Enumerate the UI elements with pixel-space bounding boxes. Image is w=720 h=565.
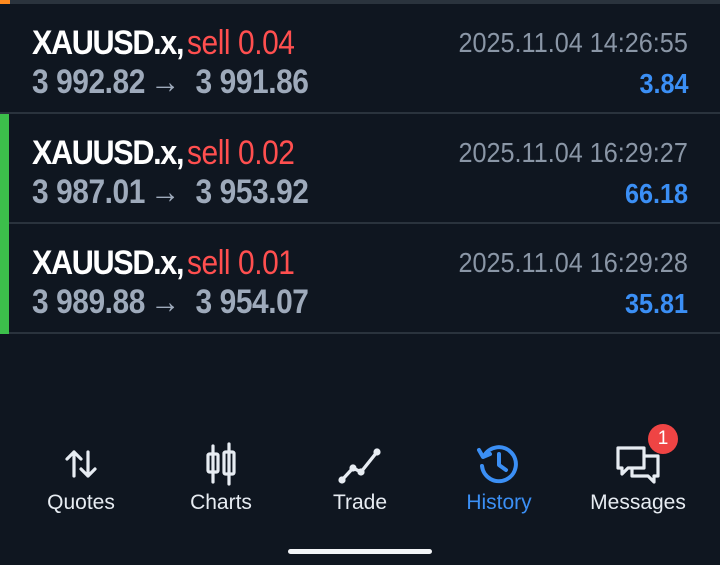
trade-time: 2025.11.04 16:29:28: [458, 247, 688, 278]
nav-history-label: History: [466, 491, 532, 514]
trade-prices: 3 992.82 → 3 991.86: [32, 63, 309, 101]
trade-side-volume: sell 0.01: [187, 244, 295, 282]
nav-charts[interactable]: Charts: [151, 430, 291, 530]
nav-history[interactable]: History: [429, 430, 569, 530]
bottom-navigation: Quotes Charts Trade History 1 Messages: [0, 424, 720, 530]
quotes-arrows-icon: [65, 450, 97, 478]
trade-symbol: XAUUSD.x,: [32, 244, 184, 282]
trade-row[interactable]: XAUUSD.x, sell 0.02 3 987.01 → 3 953.92 20…: [0, 114, 720, 224]
candlesticks-icon: [206, 442, 236, 486]
trade-profit: 3.84: [638, 68, 688, 99]
price-arrow-icon: →: [150, 63, 180, 101]
nav-trade-label: Trade: [332, 491, 388, 514]
trade-row[interactable]: XAUUSD.x, sell 0.04 3 992.82 → 3 991.86 20…: [0, 4, 720, 114]
price-arrow-icon: →: [150, 283, 180, 321]
nav-messages-label: Messages: [590, 491, 686, 514]
trade-prices: 3 989.88 → 3 954.07: [32, 283, 309, 321]
trade-profit: 35.81: [624, 288, 688, 319]
history-clock-icon: [477, 445, 518, 484]
trade-row[interactable]: XAUUSD.x, sell 0.01 3 989.88 → 3 954.07 20…: [0, 224, 720, 334]
trade-time: 2025.11.04 14:26:55: [458, 27, 688, 58]
trade-symbol: XAUUSD.x,: [32, 24, 184, 62]
trade-side-volume: sell 0.04: [187, 24, 295, 62]
trade-side-volume: sell 0.02: [187, 134, 295, 172]
trade-symbol: XAUUSD.x,: [32, 134, 184, 172]
nav-quotes-label: Quotes: [47, 491, 115, 514]
trade-prices: 3 987.01 → 3 953.92: [32, 173, 309, 211]
nav-trade[interactable]: Trade: [290, 430, 430, 530]
nav-quotes[interactable]: Quotes: [11, 430, 151, 530]
home-indicator: [288, 549, 432, 554]
trade-profit: 66.18: [624, 178, 688, 209]
trade-line-icon: [338, 448, 381, 484]
price-arrow-icon: →: [150, 173, 180, 211]
nav-messages[interactable]: 1 Messages: [568, 424, 708, 530]
trade-time: 2025.11.04 16:29:27: [458, 137, 688, 168]
messages-unread-badge: 1: [648, 424, 678, 454]
nav-charts-label: Charts: [190, 491, 252, 514]
trade-history-list: XAUUSD.x, sell 0.04 3 992.82 → 3 991.86 20…: [0, 4, 720, 334]
